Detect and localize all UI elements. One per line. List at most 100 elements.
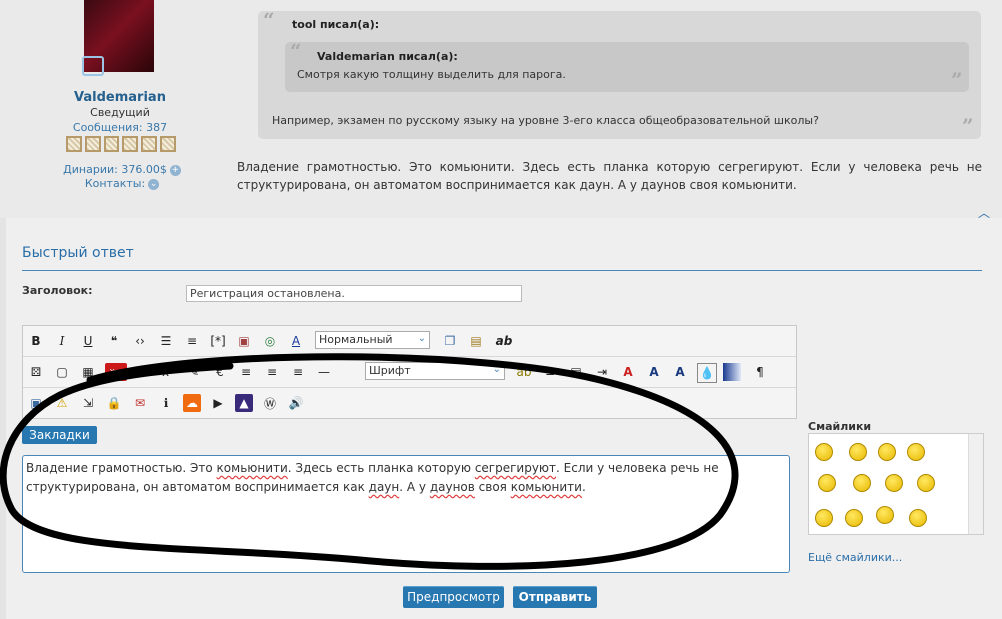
user-title: Сведущий [90,106,150,119]
screen-icon[interactable]: ▣ [27,394,45,412]
paste-icon[interactable]: ▤ [467,332,485,350]
dice-icon[interactable]: ⚄ [27,363,45,381]
editor-text: Владение грамотностью. Это [26,461,217,475]
lock-icon[interactable]: 🔒 [105,394,123,412]
copy-icon[interactable]: ❐ [441,332,459,350]
posts-count-link[interactable]: Сообщения: 387 [60,121,180,134]
image-icon[interactable]: ▣ [235,332,253,350]
smiley-icon[interactable] [885,474,903,492]
hr-icon[interactable]: — [315,363,333,381]
smilies-panel [808,433,984,535]
editor-text: . А у [399,480,430,494]
list-unordered-icon[interactable]: ☰ [157,332,175,350]
subscript-icon[interactable]: x₂ [133,363,151,381]
smiley-icon[interactable] [845,509,863,527]
toolbar-row-2: ⚄ ▢ ▦ You x₂ x² ✎ € ≡ ≡ ≡ — Шрифт ⌄ ab ≡ … [23,357,796,388]
smiley-icon[interactable] [878,443,896,461]
smiley-icon[interactable] [815,443,833,461]
spellcheck-icon[interactable]: ab [515,363,533,381]
dinari-text: Динарии: 376.00$ [63,163,167,176]
font-family-value: Шрифт [369,364,411,377]
font-size-value: Нормальный [319,333,393,346]
underline-icon[interactable]: U [79,332,97,350]
wikipedia-icon[interactable]: Ⓦ [261,394,279,412]
rtl-icon[interactable]: ¶ [751,363,769,381]
inner-quote-text: Смотря какую толщину выделить для парога… [297,68,566,81]
quote-close-icon: ” [951,68,963,92]
soundcloud-icon[interactable]: ☁ [183,394,201,412]
align-block-icon[interactable]: ▤ [567,363,585,381]
reputation-badges [66,136,176,154]
link-icon[interactable]: ◎ [261,332,279,350]
code-icon[interactable]: ‹› [131,332,149,350]
quote-open-icon: “ [290,39,302,63]
misspelled-word: комьюнити [510,480,582,494]
post-body: Владение грамотностью. Это комьюнити. Зд… [237,160,982,192]
bold-icon[interactable]: B [27,332,45,350]
picture-icon[interactable]: ▲ [235,394,253,412]
text-outline-2-icon[interactable]: A [671,363,689,381]
text-shadow-icon[interactable]: A [619,363,637,381]
preview-button[interactable]: Предпросмотр [403,586,504,608]
play-icon[interactable]: ▶ [209,394,227,412]
smiley-icon[interactable] [815,509,833,527]
smiley-icon[interactable] [853,474,871,492]
reputation-icon [141,136,158,152]
forum-post: Valdemarian Сведущий Сообщения: 387 Дина… [0,0,1002,220]
smiley-icon[interactable] [909,509,927,527]
quote-icon[interactable]: ❝ [105,332,123,350]
superscript-icon[interactable]: x² [159,363,177,381]
align-left-icon[interactable]: ≡ [237,363,255,381]
plus-icon[interactable]: + [169,164,181,176]
smiley-icon[interactable] [818,474,836,492]
enter-icon[interactable]: ⇲ [79,394,97,412]
drop-icon[interactable]: 💧 [697,363,717,383]
toolbar-row-3: ▣ ⚠ ⇲ 🔒 ✉ ℹ ☁ ▶ ▲ Ⓦ 🔊 [23,388,796,418]
quick-reply-title: Быстрый ответ [22,245,134,261]
more-smilies-link[interactable]: Ещё смайлики... [808,551,902,564]
smiley-icon[interactable] [876,506,894,524]
euro-icon[interactable]: € [211,363,229,381]
italic-icon[interactable]: I [53,332,71,350]
chevron-down-icon[interactable]: ⌄ [148,178,160,190]
font-size-select[interactable]: Нормальный ⌄ [315,331,430,349]
justify-icon[interactable]: ≡ [541,363,559,381]
youtube-icon[interactable]: You [105,363,127,381]
username[interactable]: Valdemarian [60,90,180,105]
contacts-label: Контакты: [84,177,146,190]
spoiler-icon[interactable]: [*] [209,332,227,350]
align-center-icon[interactable]: ≡ [263,363,281,381]
chat-icon[interactable]: ✉ [131,394,149,412]
font-color-icon[interactable]: A [287,332,305,350]
align-right-icon[interactable]: ≡ [289,363,307,381]
window-icon[interactable]: ▢ [53,363,71,381]
list-ordered-icon[interactable]: ≡ [183,332,201,350]
reputation-icon [84,136,101,152]
message-editor[interactable]: Владение грамотностью. Это комьюнити. Зд… [22,455,790,573]
table-icon[interactable]: ▦ [79,363,97,381]
submit-button[interactable]: Отправить [513,586,597,608]
quote-close-icon: ” [962,114,974,138]
contacts-toggle[interactable]: Контакты: ⌄ [52,177,192,190]
info-icon[interactable]: ℹ [157,394,175,412]
reputation-icon [66,136,82,152]
outer-quote-author: tool писал(а): [292,18,380,31]
smiley-icon[interactable] [849,443,867,461]
smilies-scrollbar[interactable] [968,434,983,534]
quote-open-icon: “ [263,8,275,32]
reputation-icon [160,136,176,152]
text-outline-icon[interactable]: A [645,363,663,381]
subject-input[interactable] [186,285,522,302]
speaker-icon[interactable]: 🔊 [287,394,305,412]
ab-icon[interactable]: ab [493,332,515,350]
smiley-icon[interactable] [917,474,935,492]
warning-icon[interactable]: ⚠ [53,394,71,412]
font-family-select[interactable]: Шрифт ⌄ [365,362,505,380]
dinari-balance: Динарии: 376.00$ + [52,163,192,176]
misspelled-word: даунов [429,480,475,494]
indent-icon[interactable]: ⇥ [593,363,611,381]
pencil-icon[interactable]: ✎ [185,363,203,381]
smiley-icon[interactable] [907,443,925,461]
bookmarks-button[interactable]: Закладки [22,426,97,444]
gradient-icon[interactable] [723,363,741,381]
